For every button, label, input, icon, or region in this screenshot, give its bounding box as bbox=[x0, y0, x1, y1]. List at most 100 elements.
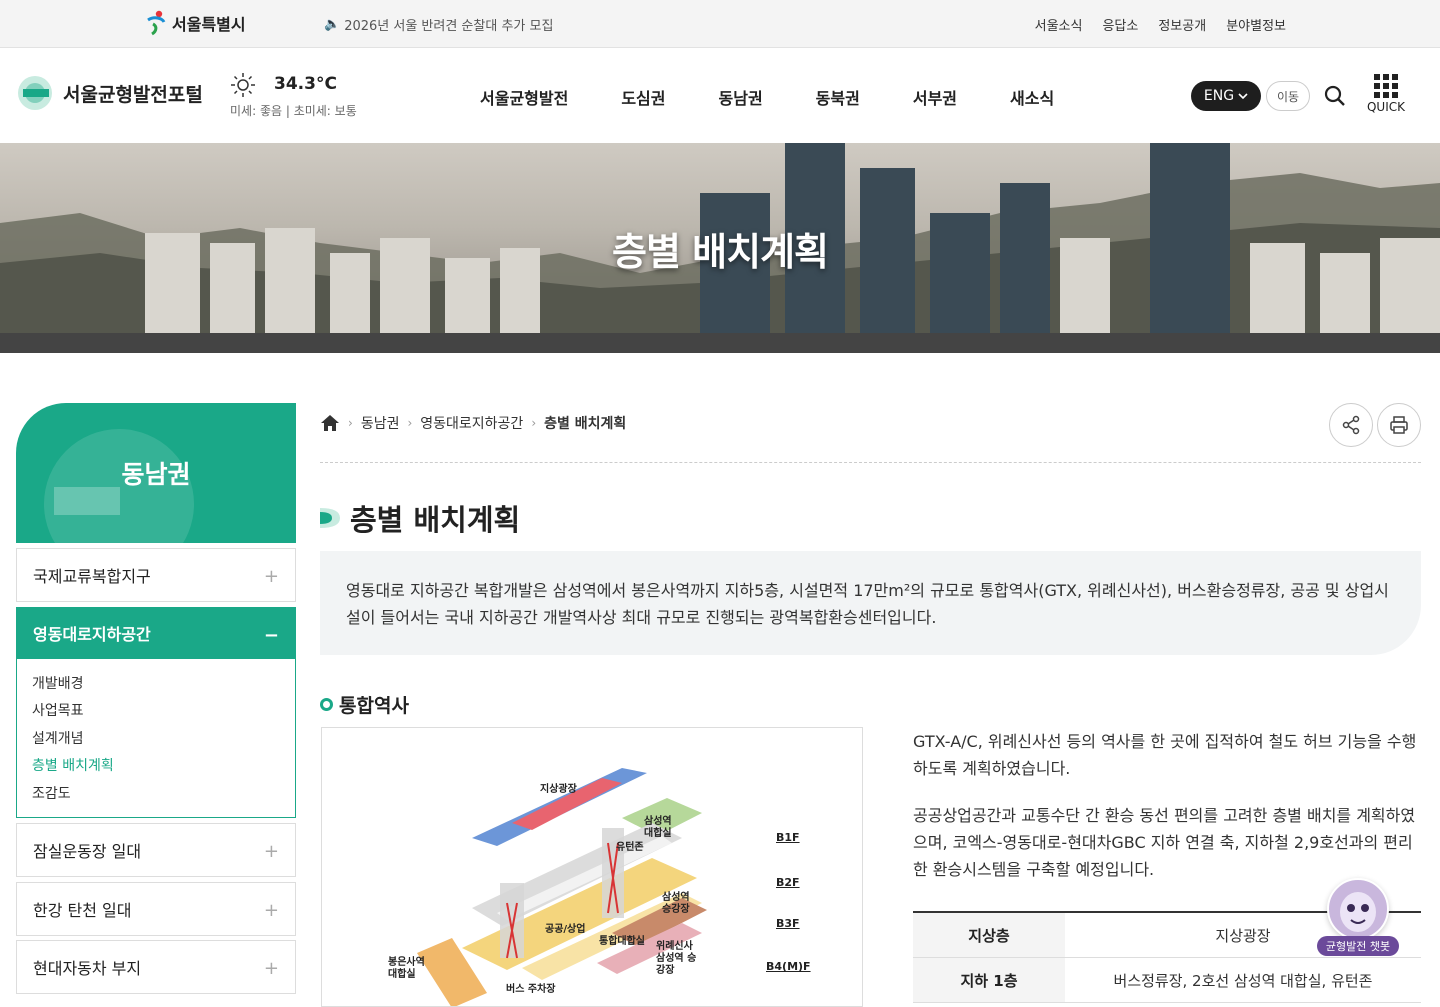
nav-balanced[interactable]: 서울균형발전 bbox=[480, 85, 568, 109]
share-icon bbox=[1342, 415, 1360, 435]
breadcrumb-southeast[interactable]: 동남권 bbox=[361, 413, 400, 433]
seoul-logo-icon bbox=[147, 10, 166, 36]
plus-icon: + bbox=[263, 958, 279, 979]
weather-temp: 34.3°C bbox=[274, 74, 337, 94]
top-link-field[interactable]: 분야별정보 bbox=[1226, 15, 1286, 34]
quick-menu-button[interactable]: QUICK bbox=[1364, 74, 1408, 114]
page-title: 층별 배치계획 bbox=[320, 497, 520, 539]
diagram-label: 봉은사역 대합실 bbox=[388, 957, 425, 980]
nav-southeast[interactable]: 동남권 bbox=[719, 85, 763, 109]
floor-label-b2: B2F bbox=[776, 876, 800, 889]
submenu-goal[interactable]: 사업목표 bbox=[32, 700, 280, 727]
chatbot-label: 균형발전 챗봇 bbox=[1317, 936, 1399, 956]
table-header-cell: 지상층 bbox=[913, 913, 1065, 957]
plus-icon: + bbox=[263, 841, 279, 862]
top-utility-bar: 서울특별시 🔈 2026년 서울 반려견 순찰대 추가 모집 서울소식 응답소 … bbox=[0, 0, 1440, 48]
side-nav-item-hyundai[interactable]: 현대자동차 부지 + bbox=[16, 940, 296, 994]
chatbot-mascot-icon bbox=[1327, 878, 1389, 940]
diagram-label: 유턴존 bbox=[616, 842, 644, 853]
ring-bullet-icon bbox=[320, 698, 333, 711]
table-cell: 버스정류장, 2호선 삼성역 대합실, 유턴존 bbox=[1113, 971, 1373, 990]
language-label: ENG bbox=[1203, 88, 1235, 104]
floor-label-b3: B3F bbox=[776, 917, 800, 930]
leaf-icon bbox=[320, 508, 340, 528]
seoul-logo-text: 서울특별시 bbox=[172, 15, 246, 34]
chevron-right-icon: › bbox=[348, 416, 353, 430]
diagram-label: 공공/상업 bbox=[545, 924, 586, 935]
chevron-right-icon: › bbox=[407, 416, 413, 430]
divider bbox=[320, 462, 1421, 463]
quick-label: QUICK bbox=[1366, 100, 1405, 114]
chevron-down-icon bbox=[1238, 93, 1248, 100]
plus-icon: + bbox=[263, 566, 279, 587]
hero-title: 층별 배치계획 bbox=[612, 230, 829, 274]
chevron-right-icon: › bbox=[531, 416, 537, 430]
submenu-birdseye[interactable]: 조감도 bbox=[32, 783, 280, 810]
nav-news[interactable]: 새소식 bbox=[1010, 85, 1054, 109]
side-nav-title: 동남권 bbox=[121, 460, 191, 489]
page-title-text: 층별 배치계획 bbox=[350, 503, 521, 537]
nav-west[interactable]: 서부권 bbox=[913, 85, 957, 109]
grid-icon bbox=[1374, 74, 1398, 98]
description-1: GTX-A/C, 위례신사선 등의 역사를 한 곳에 집적하여 철도 허브 기능… bbox=[913, 732, 1417, 778]
side-nav-item-yeongdong[interactable]: 영동대로지하공간 − bbox=[16, 607, 296, 659]
diagram-label: 버스 주차장 bbox=[506, 984, 556, 995]
side-nav-item-tancheon[interactable]: 한강 탄천 일대 + bbox=[16, 882, 296, 936]
weather-dust: 미세: 좋음 | 초미세: 보통 bbox=[230, 104, 357, 118]
print-icon bbox=[1390, 416, 1408, 434]
table-header-cell: 지하 1층 bbox=[913, 958, 1065, 1002]
description-2: 공공상업공간과 교통수단 간 환승 동선 편의를 고려한 층별 배치를 계획하였… bbox=[913, 806, 1416, 879]
top-link-response[interactable]: 응답소 bbox=[1102, 15, 1138, 34]
submenu-concept[interactable]: 설계개념 bbox=[32, 728, 280, 755]
portal-name: 서울균형발전포털 bbox=[63, 83, 203, 106]
top-link-news[interactable]: 서울소식 bbox=[1035, 15, 1083, 34]
home-icon[interactable] bbox=[320, 414, 340, 432]
table-row: 지하 1층 버스정류장, 2호선 삼성역 대합실, 유턴존 bbox=[913, 958, 1421, 1003]
diagram-label: 통합대합실 bbox=[599, 936, 645, 947]
side-nav-submenu: 개발배경 사업목표 설계개념 층별 배치계획 조감도 bbox=[16, 659, 296, 818]
print-button[interactable] bbox=[1377, 403, 1421, 447]
chatbot-button[interactable]: 균형발전 챗봇 bbox=[1317, 878, 1399, 960]
diagram-label: 위례신사 삼성역 승강장 bbox=[656, 941, 697, 976]
sun-icon bbox=[231, 73, 255, 97]
side-nav-label: 현대자동차 부지 bbox=[33, 959, 142, 978]
portal-logo-icon bbox=[18, 76, 52, 110]
hero-banner: 층별 배치계획 bbox=[0, 143, 1440, 353]
side-nav-label: 잠실운동장 일대 bbox=[33, 842, 142, 861]
breadcrumb-current: 층별 배치계획 bbox=[544, 416, 627, 432]
submenu-background[interactable]: 개발배경 bbox=[32, 673, 280, 700]
diagram-label: 삼성역 승강장 bbox=[662, 892, 690, 915]
diagram-label: 지상광장 bbox=[540, 784, 577, 795]
language-select[interactable]: ENG bbox=[1191, 81, 1261, 111]
side-nav-label: 국제교류복합지구 bbox=[33, 567, 151, 586]
main-nav: 서울균형발전 도심권 동남권 동북권 서부권 새소식 bbox=[480, 85, 1054, 109]
intro-box: 영동대로 지하공간 복합개발은 삼성역에서 봉은사역까지 지하5층, 시설면적 … bbox=[320, 551, 1421, 655]
nav-northeast[interactable]: 동북권 bbox=[816, 85, 860, 109]
plus-icon: + bbox=[263, 900, 279, 921]
submenu-floor-plan[interactable]: 층별 배치계획 bbox=[32, 755, 280, 782]
speaker-icon: 🔈 bbox=[324, 17, 341, 32]
top-links: 서울소식 응답소 정보공개 분야별정보 bbox=[1035, 15, 1286, 34]
floor-label-b1: B1F bbox=[776, 831, 800, 844]
share-button[interactable] bbox=[1329, 403, 1373, 447]
floor-diagram: 지상광장 삼성역 대합실 유턴존 삼성역 승강장 공공/상업 통합대합실 위례신… bbox=[321, 727, 863, 1007]
breadcrumb-yeongdong[interactable]: 영동대로지하공간 bbox=[420, 413, 523, 433]
search-icon[interactable] bbox=[1324, 85, 1346, 107]
side-nav-item-international[interactable]: 국제교류복합지구 + bbox=[16, 548, 296, 602]
diagram-label: 삼성역 대합실 bbox=[644, 816, 672, 839]
side-nav-header: 동남권 bbox=[16, 403, 296, 543]
notice-ticker[interactable]: 🔈 2026년 서울 반려견 순찰대 추가 모집 bbox=[324, 15, 553, 34]
breadcrumb: › 동남권 › 영동대로지하공간 › 층별 배치계획 bbox=[320, 413, 626, 433]
language-go-button[interactable]: 이동 bbox=[1266, 81, 1310, 111]
floor-label-b4: B4(M)F bbox=[766, 960, 811, 973]
nav-downtown[interactable]: 도심권 bbox=[621, 85, 665, 109]
minus-icon: − bbox=[263, 625, 279, 646]
seoul-logo[interactable]: 서울특별시 bbox=[144, 10, 246, 36]
top-link-info[interactable]: 정보공개 bbox=[1158, 15, 1206, 34]
side-nav-item-jamsil[interactable]: 잠실운동장 일대 + bbox=[16, 823, 296, 877]
site-header: 서울균형발전포털 34.3°C 미세: 좋음 | 초미세: 보통 서울균형발전 … bbox=[0, 48, 1440, 143]
side-nav-label: 영동대로지하공간 bbox=[33, 625, 151, 644]
section-title-text: 통합역사 bbox=[339, 695, 409, 717]
side-nav-label: 한강 탄천 일대 bbox=[33, 901, 132, 920]
portal-logo[interactable]: 서울균형발전포털 bbox=[15, 75, 203, 111]
